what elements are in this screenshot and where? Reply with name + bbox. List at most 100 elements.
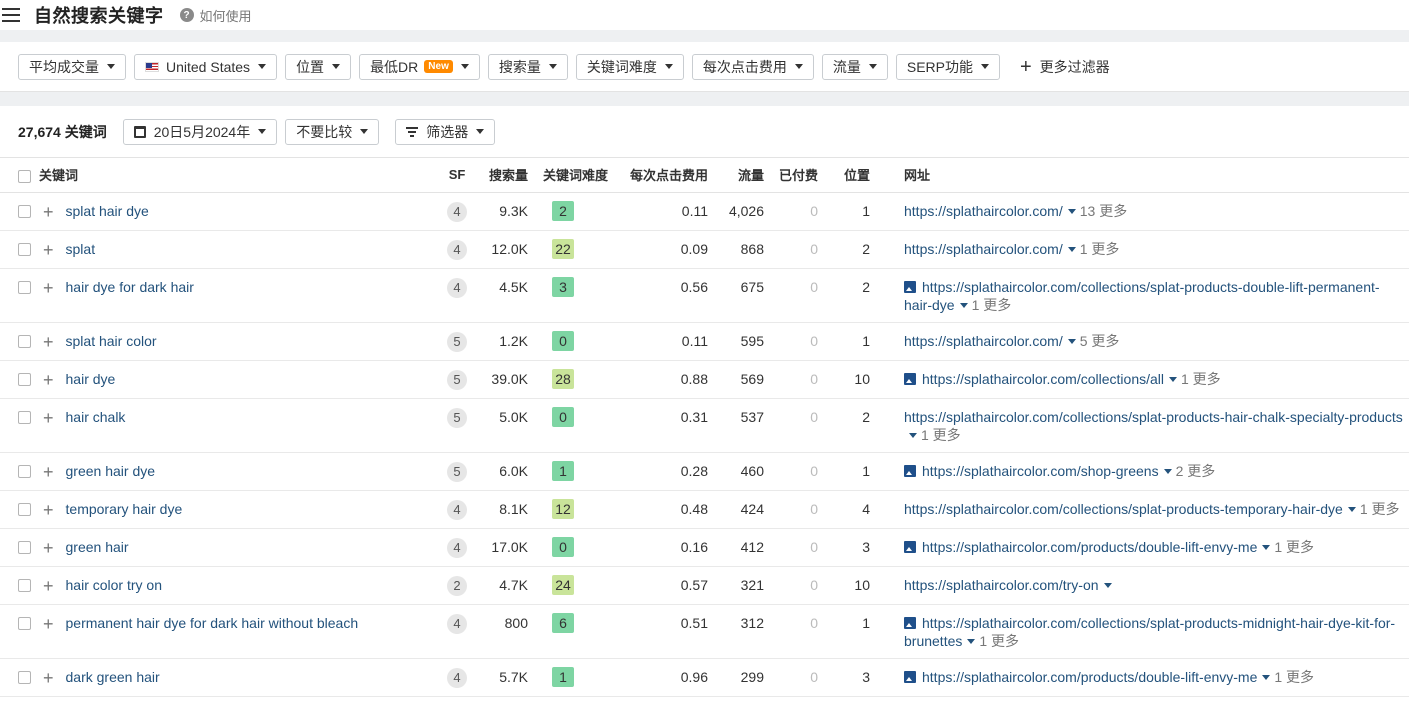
chevron-down-icon[interactable]: [959, 303, 968, 309]
more-urls-link[interactable]: 1 更多: [921, 427, 961, 443]
col-kd[interactable]: 关键词难度: [534, 158, 614, 193]
sf-badge[interactable]: 5: [447, 369, 467, 390]
country-filter[interactable]: United States: [134, 53, 278, 80]
add-to-list-icon[interactable]: +: [43, 241, 54, 259]
url-link[interactable]: https://splathaircolor.com/products/doub…: [922, 539, 1257, 555]
sf-badge[interactable]: 4: [447, 239, 467, 260]
traffic-filter[interactable]: 流量: [821, 53, 888, 80]
min-dr-filter[interactable]: 最低DR New: [359, 53, 480, 80]
row-checkbox[interactable]: [18, 671, 31, 685]
col-position[interactable]: 位置: [824, 158, 876, 193]
add-to-list-icon[interactable]: +: [43, 409, 54, 427]
chevron-down-icon[interactable]: [1067, 247, 1076, 253]
sf-badge[interactable]: 4: [447, 667, 467, 688]
row-checkbox[interactable]: [18, 243, 31, 257]
row-checkbox[interactable]: [18, 617, 31, 631]
more-urls-link[interactable]: 1 更多: [1274, 539, 1314, 555]
row-checkbox[interactable]: [18, 281, 31, 295]
keyword-link[interactable]: hair chalk: [66, 409, 126, 425]
date-picker[interactable]: 20日5月2024年: [122, 118, 278, 145]
keyword-link[interactable]: permanent hair dye for dark hair without…: [66, 615, 359, 631]
add-to-list-icon[interactable]: +: [43, 539, 54, 557]
url-link[interactable]: https://splathaircolor.com/products/doub…: [922, 669, 1257, 685]
more-urls-link[interactable]: 1 更多: [1080, 241, 1120, 257]
keyword-link[interactable]: green hair dye: [66, 463, 156, 479]
row-checkbox[interactable]: [18, 335, 31, 349]
col-cpc[interactable]: 每次点击费用: [614, 158, 714, 193]
url-link[interactable]: https://splathaircolor.com/: [904, 203, 1063, 219]
row-checkbox[interactable]: [18, 373, 31, 387]
sf-badge[interactable]: 4: [447, 537, 467, 558]
row-checkbox[interactable]: [18, 465, 31, 479]
chevron-down-icon[interactable]: [1067, 339, 1076, 345]
add-to-list-icon[interactable]: +: [43, 501, 54, 519]
cpc-filter[interactable]: 每次点击费用: [691, 53, 814, 80]
chevron-down-icon[interactable]: [1169, 377, 1177, 383]
keyword-link[interactable]: green hair: [66, 539, 129, 555]
sf-badge[interactable]: 5: [447, 331, 467, 352]
col-paid[interactable]: 已付费: [770, 158, 824, 193]
col-volume[interactable]: 搜索量: [474, 158, 534, 193]
col-keyword[interactable]: 关键词: [0, 158, 440, 193]
more-urls-link[interactable]: 1 更多: [979, 633, 1019, 649]
sf-badge[interactable]: 5: [447, 407, 467, 428]
add-to-list-icon[interactable]: +: [43, 615, 54, 633]
url-link[interactable]: https://splathaircolor.com/try-on: [904, 577, 1099, 593]
more-urls-link[interactable]: 5 更多: [1080, 333, 1120, 349]
more-urls-link[interactable]: 1 更多: [1274, 669, 1314, 685]
url-link[interactable]: https://splathaircolor.com/collections/s…: [904, 615, 1395, 649]
sf-badge[interactable]: 5: [447, 461, 467, 482]
sf-badge[interactable]: 4: [447, 499, 467, 520]
position-filter[interactable]: 位置: [285, 53, 352, 80]
more-urls-link[interactable]: 1 更多: [972, 297, 1012, 313]
more-filters-button[interactable]: + 更多过滤器: [1020, 57, 1110, 77]
url-link[interactable]: https://splathaircolor.com/: [904, 333, 1063, 349]
keyword-link[interactable]: temporary hair dye: [66, 501, 183, 517]
col-traffic[interactable]: 流量: [714, 158, 770, 193]
more-urls-link[interactable]: 1 更多: [1360, 501, 1400, 517]
keyword-link[interactable]: hair dye: [66, 371, 116, 387]
select-all-checkbox[interactable]: [18, 170, 31, 184]
row-checkbox[interactable]: [18, 541, 31, 555]
sf-badge[interactable]: 4: [447, 201, 467, 222]
kd-filter[interactable]: 关键词难度: [575, 53, 684, 80]
keyword-link[interactable]: dark green hair: [66, 669, 160, 685]
add-to-list-icon[interactable]: +: [43, 577, 54, 595]
sf-badge[interactable]: 4: [447, 613, 467, 634]
keyword-link[interactable]: splat hair color: [66, 333, 157, 349]
help-link[interactable]: ? 如何使用: [179, 6, 252, 25]
chevron-down-icon[interactable]: [1163, 469, 1172, 475]
more-urls-link[interactable]: 1 更多: [1181, 371, 1221, 387]
chevron-down-icon[interactable]: [1103, 583, 1112, 589]
chevron-down-icon[interactable]: [909, 433, 917, 439]
sf-badge[interactable]: 4: [447, 277, 467, 298]
row-checkbox[interactable]: [18, 503, 31, 517]
filterer-button[interactable]: 筛选器: [395, 118, 496, 145]
chevron-down-icon[interactable]: [1347, 507, 1356, 513]
chevron-down-icon[interactable]: [967, 639, 976, 645]
url-link[interactable]: https://splathaircolor.com/shop-greens: [922, 463, 1159, 479]
avg-deal-filter[interactable]: 平均成交量: [18, 53, 126, 80]
keyword-link[interactable]: splat hair dye: [66, 203, 149, 219]
row-checkbox[interactable]: [18, 579, 31, 593]
more-urls-link[interactable]: 13 更多: [1080, 203, 1127, 219]
add-to-list-icon[interactable]: +: [43, 463, 54, 481]
url-link[interactable]: https://splathaircolor.com/collections/a…: [922, 371, 1164, 387]
col-sf[interactable]: SF: [440, 158, 474, 193]
add-to-list-icon[interactable]: +: [43, 669, 54, 687]
add-to-list-icon[interactable]: +: [43, 279, 54, 297]
keyword-link[interactable]: hair color try on: [66, 577, 162, 593]
add-to-list-icon[interactable]: +: [43, 371, 54, 389]
url-link[interactable]: https://splathaircolor.com/collections/s…: [904, 501, 1343, 517]
col-url[interactable]: 网址: [876, 158, 1409, 193]
keyword-link[interactable]: hair dye for dark hair: [66, 279, 194, 295]
serp-filter[interactable]: SERP功能: [895, 53, 1000, 80]
compare-dropdown[interactable]: 不要比较: [285, 118, 380, 145]
row-checkbox[interactable]: [18, 411, 31, 425]
more-urls-link[interactable]: 2 更多: [1176, 463, 1216, 479]
chevron-down-icon[interactable]: [1067, 209, 1076, 215]
menu-icon[interactable]: [2, 8, 20, 22]
chevron-down-icon[interactable]: [1262, 675, 1271, 681]
chevron-down-icon[interactable]: [1262, 545, 1271, 551]
url-link[interactable]: https://splathaircolor.com/collections/s…: [904, 409, 1403, 425]
